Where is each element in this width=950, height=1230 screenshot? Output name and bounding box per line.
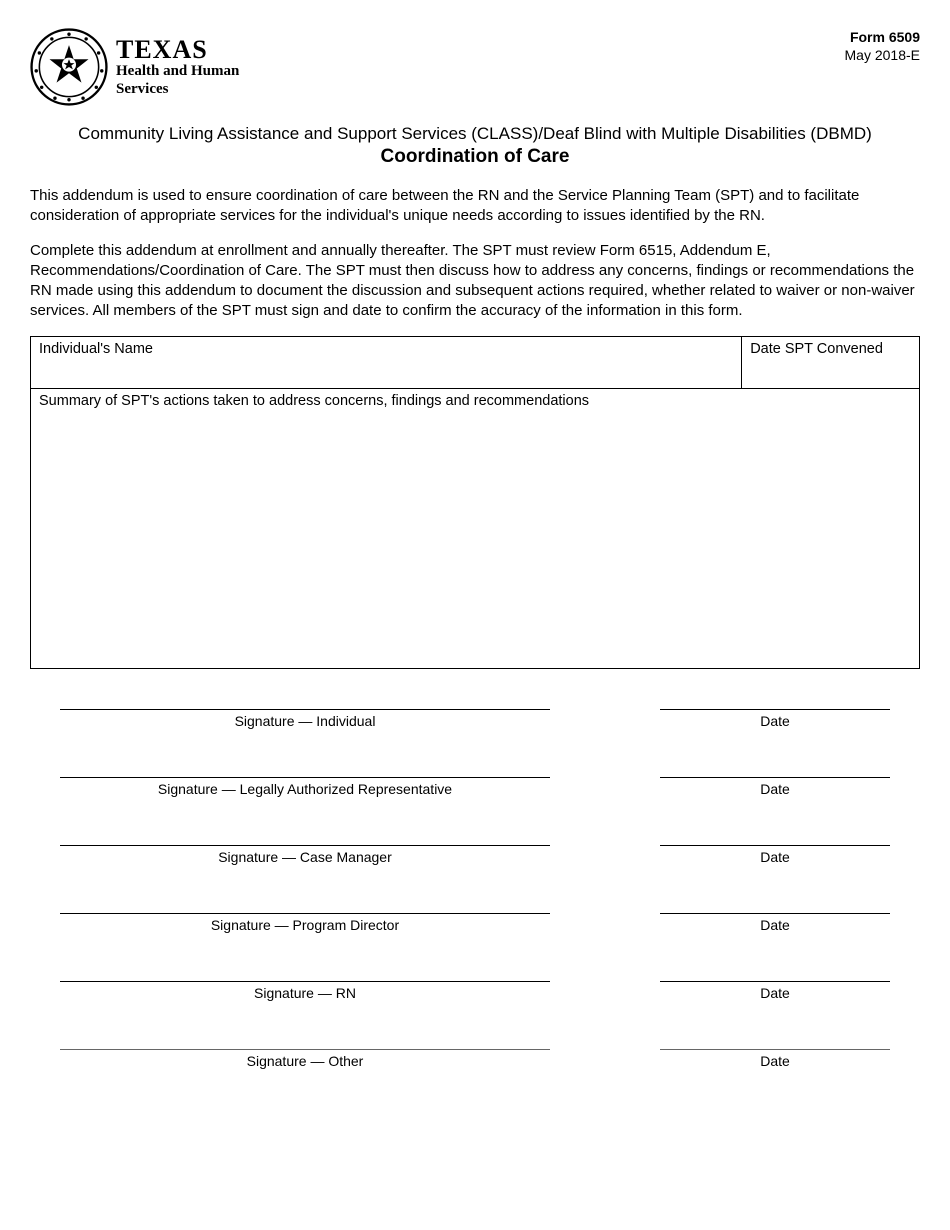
signature-other-date[interactable]: Date [660, 1049, 890, 1069]
title-line1: Community Living Assistance and Support … [30, 124, 920, 144]
signature-row: Signature — Case Manager Date [60, 845, 890, 865]
form-table: Individual's Name Date SPT Convened Summ… [30, 336, 920, 669]
intro-paragraph-2: Complete this addendum at enrollment and… [30, 241, 920, 322]
logo-line3: Services [116, 81, 239, 98]
signature-other[interactable]: Signature — Other [60, 1049, 550, 1069]
signature-individual[interactable]: Signature — Individual [60, 709, 550, 729]
signature-program-director[interactable]: Signature — Program Director [60, 913, 550, 933]
signature-lar-date[interactable]: Date [660, 777, 890, 797]
logo-line2: Health and Human [116, 63, 239, 80]
title-line2: Coordination of Care [30, 146, 920, 168]
form-date: May 2018-E [845, 46, 920, 64]
signature-row: Signature — Program Director Date [60, 913, 890, 933]
date-spt-convened-field[interactable]: Date SPT Convened [742, 336, 920, 388]
header-row: TEXAS Health and Human Services Form 650… [30, 28, 920, 106]
individual-name-field[interactable]: Individual's Name [31, 336, 742, 388]
signature-row: Signature — RN Date [60, 981, 890, 1001]
summary-label: Summary of SPT's actions taken to addres… [39, 393, 589, 409]
date-spt-convened-label: Date SPT Convened [750, 341, 883, 357]
form-meta: Form 6509 May 2018-E [845, 28, 920, 64]
signature-case-manager[interactable]: Signature — Case Manager [60, 845, 550, 865]
signature-row: Signature — Other Date [60, 1049, 890, 1069]
signature-row: Signature — Individual Date [60, 709, 890, 729]
logo-texas: TEXAS [116, 36, 239, 63]
signature-row: Signature — Legally Authorized Represent… [60, 777, 890, 797]
signature-individual-date[interactable]: Date [660, 709, 890, 729]
signature-section: Signature — Individual Date Signature — … [30, 709, 920, 1069]
signature-rn-date[interactable]: Date [660, 981, 890, 1001]
signature-lar[interactable]: Signature — Legally Authorized Represent… [60, 777, 550, 797]
signature-rn[interactable]: Signature — RN [60, 981, 550, 1001]
agency-logo-block: TEXAS Health and Human Services [30, 28, 239, 106]
agency-logo-text: TEXAS Health and Human Services [116, 36, 239, 98]
title-block: Community Living Assistance and Support … [30, 124, 920, 168]
signature-case-manager-date[interactable]: Date [660, 845, 890, 865]
form-number: Form 6509 [845, 28, 920, 46]
summary-field[interactable]: Summary of SPT's actions taken to addres… [31, 388, 920, 668]
intro-paragraph-1: This addendum is used to ensure coordina… [30, 186, 920, 227]
signature-program-director-date[interactable]: Date [660, 913, 890, 933]
individual-name-label: Individual's Name [39, 341, 153, 357]
texas-seal-icon [30, 28, 108, 106]
